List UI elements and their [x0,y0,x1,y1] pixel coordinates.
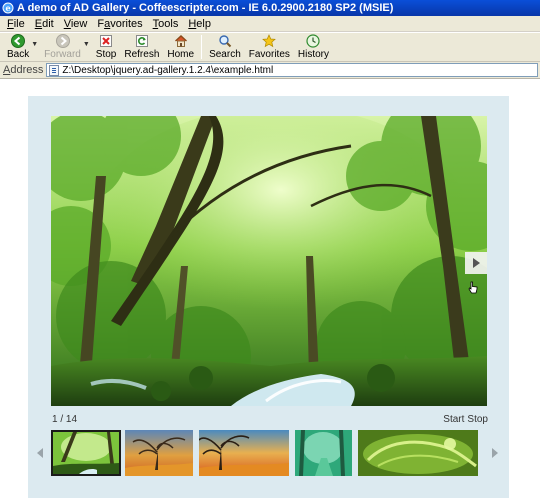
main-image-forest [51,116,487,406]
address-field[interactable]: Z:\Desktop\jquery.ad-gallery.1.2.4\examp… [46,63,538,77]
thumbs-prev-button[interactable] [34,441,46,465]
stop-button[interactable]: Stop [92,33,121,61]
back-dropdown-icon[interactable]: ▼ [31,41,38,48]
menu-view[interactable]: View [59,17,93,31]
refresh-icon [135,35,148,47]
menu-favorites[interactable]: Favorites [92,17,147,31]
toolbar-separator [201,35,203,59]
thumbnail-sunset-tree-1[interactable] [125,430,193,476]
gallery-info-row: 1 / 14 Start Stop [52,414,488,428]
thumbnail-sunset-tree-1-image [125,430,193,476]
thumbs-next-button[interactable] [489,441,501,465]
favorites-button[interactable]: Favorites [245,33,294,61]
thumbnail-green-abstract[interactable] [358,430,478,476]
ie-logo-icon: e [2,2,14,14]
forward-button[interactable]: Forward [40,33,85,61]
address-label: Address [3,64,44,76]
thumbnail-green-path[interactable] [295,430,352,476]
menu-help[interactable]: Help [183,17,216,31]
thumbnail-green-path-image [295,430,352,476]
image-counter: 1 / 14 [52,414,78,425]
stop-icon [100,35,113,47]
favorites-star-icon [262,34,277,48]
thumbnail-sunset-tree-2[interactable] [199,430,289,476]
history-button[interactable]: History [294,33,333,61]
forest-photo [51,116,487,406]
thumbnail-sunset-tree-2-image [199,430,289,476]
thumbs-next-arrow-icon [492,448,498,458]
menu-edit[interactable]: Edit [30,17,59,31]
thumbnail-green-abstract-image [358,430,478,476]
menu-bar: File Edit View Favorites Tools Help [0,16,540,32]
search-button[interactable]: Search [205,33,245,61]
next-arrow-icon [473,258,480,268]
slideshow-start-link[interactable]: Start [443,414,464,425]
history-clock-icon [306,34,321,48]
forward-dropdown-icon[interactable]: ▼ [83,41,90,48]
svg-text:e: e [5,3,10,13]
forward-arrow-icon [55,34,70,48]
hand-cursor-icon [468,281,478,294]
back-arrow-icon [11,34,26,48]
home-icon [174,35,187,47]
slideshow-stop-link[interactable]: Stop [467,414,488,425]
thumbnail-forest[interactable] [51,430,121,476]
home-button[interactable]: Home [163,33,198,61]
back-button[interactable]: Back [3,33,33,61]
next-image-button[interactable] [465,252,487,274]
menu-tools[interactable]: Tools [148,17,184,31]
address-url: Z:\Desktop\jquery.ad-gallery.1.2.4\examp… [62,64,274,76]
page-icon [49,64,60,76]
window-title: A demo of AD Gallery - Coffeescripter.co… [17,2,394,14]
address-bar: Address Z:\Desktop\jquery.ad-gallery.1.2… [0,62,540,79]
menu-file[interactable]: File [2,17,30,31]
toolbar: Back ▼ Forward ▼ Stop Refresh Home Searc… [0,33,540,62]
refresh-button[interactable]: Refresh [120,33,163,61]
slideshow-controls: Start Stop [440,414,488,425]
thumbs-prev-arrow-icon [37,448,43,458]
thumbnail-forest-image [53,432,119,474]
window-titlebar: e A demo of AD Gallery - Coffeescripter.… [0,0,540,16]
search-icon [219,35,232,48]
